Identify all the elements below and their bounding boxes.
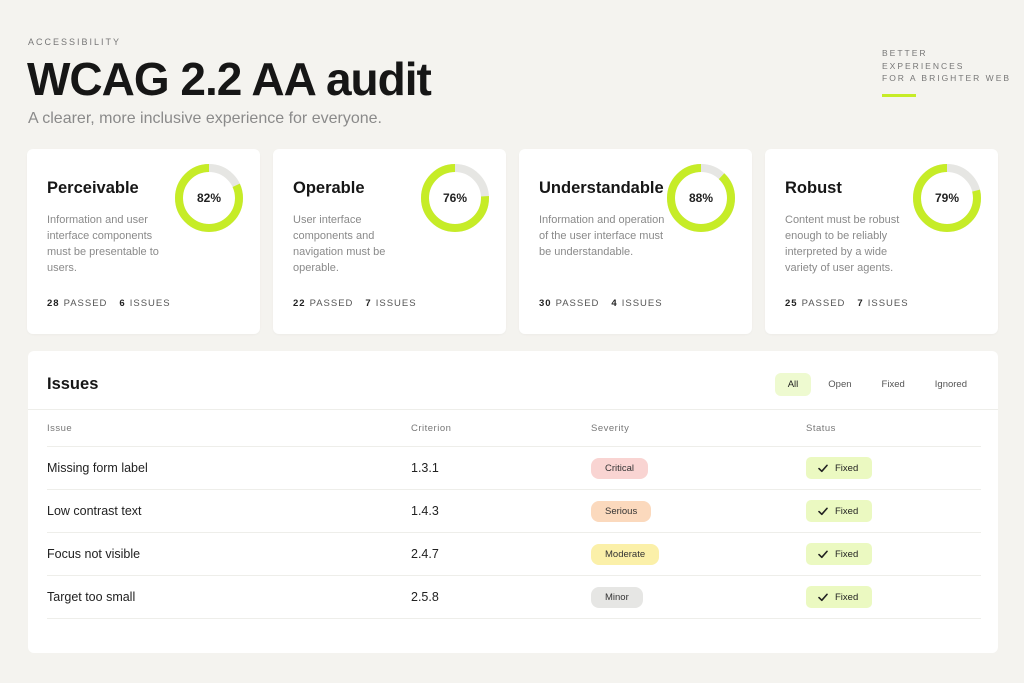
issues-count: 7 [857, 298, 864, 309]
status-label: Fixed [835, 505, 859, 517]
status-badge: Fixed [806, 543, 873, 565]
table-row[interactable]: Target too small 2.5.8 Minor Fixed [47, 576, 981, 619]
eyebrow: ACCESSIBILITY [28, 37, 122, 47]
severity-badge: Critical [591, 457, 649, 479]
card-stats: 30 PASSED 4 ISSUES [539, 298, 663, 309]
card-perceivable: Perceivable Information and user interfa… [27, 149, 260, 334]
issue-name: Target too small [47, 590, 136, 604]
score-donut: 82% [173, 162, 245, 234]
column-header-status: Status [806, 422, 836, 434]
filter-tabs: All Open Fixed Ignored [774, 373, 980, 396]
issue-name: Focus not visible [47, 547, 141, 561]
passed-stat: 22 PASSED [293, 298, 353, 309]
criterion: 1.3.1 [411, 461, 439, 475]
column-header-severity: Severity [591, 422, 630, 434]
severity-badge: Moderate [591, 543, 660, 565]
score-label: 88% [688, 191, 714, 205]
card-title: Robust [785, 179, 842, 197]
card-title: Perceivable [47, 179, 139, 197]
card-stats: 28 PASSED 6 ISSUES [47, 298, 171, 309]
table-row[interactable]: Missing form label 1.3.1 Critical Fixed [47, 447, 981, 490]
issues-count: 4 [611, 298, 618, 309]
passed-stat: 30 PASSED [539, 298, 599, 309]
issues-label: ISSUES [375, 298, 417, 309]
filter-ignored[interactable]: Ignored [922, 373, 980, 396]
card-title: Understandable [539, 179, 664, 197]
tagline-line: BETTER [882, 48, 928, 58]
issue-name: Missing form label [47, 461, 148, 475]
status-badge: Fixed [806, 586, 873, 608]
score-label: 82% [196, 191, 222, 205]
table-row[interactable]: Low contrast text 1.4.3 Serious Fixed [47, 490, 981, 533]
score-donut: 76% [419, 162, 491, 234]
check-icon [818, 507, 828, 515]
passed-count: 28 [47, 298, 60, 309]
passed-stat: 25 PASSED [785, 298, 845, 309]
status-badge: Fixed [806, 500, 873, 522]
issue-name: Low contrast text [47, 504, 142, 518]
card-stats: 22 PASSED 7 ISSUES [293, 298, 417, 309]
passed-label: PASSED [309, 298, 354, 309]
check-icon [818, 550, 828, 558]
page-subtitle: A clearer, more inclusive experience for… [28, 110, 382, 127]
score-label: 79% [934, 191, 960, 205]
card-description: User interface components and navigation… [293, 214, 386, 274]
status-badge: Fixed [806, 457, 873, 479]
issues-label: ISSUES [867, 298, 909, 309]
table-header: Issue Criterion Severity Status [47, 410, 981, 447]
passed-count: 25 [785, 298, 798, 309]
filter-open[interactable]: Open [815, 373, 864, 396]
tagline-line: EXPERIENCES [882, 60, 965, 71]
status-label: Fixed [835, 462, 859, 474]
passed-stat: 28 PASSED [47, 298, 107, 309]
passed-count: 22 [293, 298, 306, 309]
card-operable: Operable User interface components and n… [273, 149, 506, 334]
card-robust: Robust Content must be robust enough to … [765, 149, 998, 334]
status-label: Fixed [835, 591, 859, 603]
issues-title: Issues [47, 375, 99, 393]
check-icon [818, 464, 828, 472]
issues-panel: Issues All Open Fixed Ignored Issue Crit… [28, 351, 998, 653]
passed-label: PASSED [801, 298, 846, 309]
severity-badge: Serious [591, 500, 652, 522]
column-header-issue: Issue [47, 422, 73, 434]
score-donut: 79% [911, 162, 983, 234]
criterion: 1.4.3 [411, 504, 439, 518]
issues-label: ISSUES [621, 298, 663, 309]
criterion: 2.4.7 [411, 547, 439, 561]
score-donut: 88% [665, 162, 737, 234]
tagline: BETTER EXPERIENCES FOR A BRIGHTER WEB [882, 47, 1011, 85]
severity-badge: Minor [591, 586, 643, 608]
table-row[interactable]: Focus not visible 2.4.7 Moderate Fixed [47, 533, 981, 576]
card-title: Operable [293, 179, 365, 197]
issues-stat: 6 ISSUES [119, 298, 170, 309]
criterion: 2.5.8 [411, 590, 439, 604]
card-understandable: Understandable Information and operation… [519, 149, 752, 334]
passed-label: PASSED [63, 298, 108, 309]
filter-fixed[interactable]: Fixed [869, 373, 918, 396]
issues-count: 7 [365, 298, 372, 309]
card-description: Information and operation of the user in… [539, 214, 665, 258]
check-icon [818, 593, 828, 601]
page-title: WCAG 2.2 AA audit [27, 53, 432, 105]
status-label: Fixed [835, 548, 859, 560]
tagline-line: FOR A BRIGHTER WEB [882, 73, 1012, 83]
column-header-criterion: Criterion [411, 422, 452, 434]
card-description: Information and user interface component… [47, 214, 159, 274]
issues-stat: 4 ISSUES [611, 298, 662, 309]
issues-stat: 7 ISSUES [365, 298, 416, 309]
card-stats: 25 PASSED 7 ISSUES [785, 298, 909, 309]
issues-count: 6 [119, 298, 126, 309]
passed-count: 30 [539, 298, 552, 309]
filter-all[interactable]: All [774, 373, 812, 396]
card-description: Content must be robust enough to be reli… [785, 214, 900, 274]
passed-label: PASSED [555, 298, 600, 309]
issues-table: Issue Criterion Severity Status Missing … [47, 410, 981, 619]
issues-label: ISSUES [129, 298, 171, 309]
tagline-accent-bar [882, 94, 916, 97]
score-label: 76% [442, 191, 468, 205]
issues-stat: 7 ISSUES [857, 298, 908, 309]
